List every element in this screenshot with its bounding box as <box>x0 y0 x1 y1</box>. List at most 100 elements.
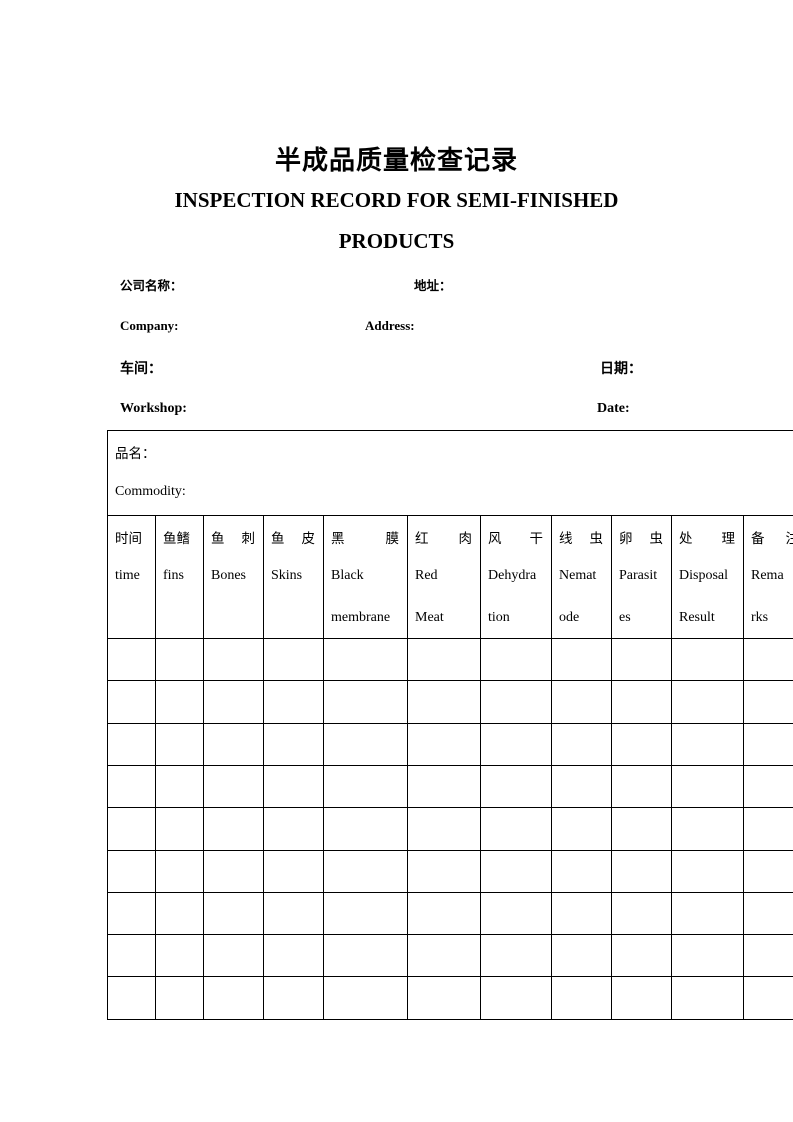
table-cell[interactable] <box>482 936 549 974</box>
table-cell[interactable] <box>205 936 261 974</box>
table-cell[interactable] <box>109 894 153 932</box>
table-cell[interactable] <box>265 682 321 720</box>
table-cell[interactable] <box>613 978 669 1016</box>
table-cell[interactable] <box>325 809 405 847</box>
table-cell[interactable] <box>157 936 201 974</box>
table-cell[interactable] <box>265 640 321 678</box>
table-cell[interactable] <box>157 725 201 763</box>
table-cell[interactable] <box>482 682 549 720</box>
table-cell[interactable] <box>265 978 321 1016</box>
table-cell[interactable] <box>409 852 478 890</box>
table-cell[interactable] <box>409 936 478 974</box>
table-cell[interactable] <box>325 852 405 890</box>
table-cell[interactable] <box>673 894 741 932</box>
table-cell[interactable] <box>409 725 478 763</box>
table-cell[interactable] <box>265 767 321 805</box>
table-cell[interactable] <box>205 978 261 1016</box>
table-cell[interactable] <box>325 978 405 1016</box>
table-cell[interactable] <box>109 767 153 805</box>
table-cell[interactable] <box>673 640 741 678</box>
table-cell[interactable] <box>553 894 609 932</box>
table-cell[interactable] <box>409 809 478 847</box>
table-cell[interactable] <box>325 725 405 763</box>
table-cell[interactable] <box>553 640 609 678</box>
table-cell[interactable] <box>745 725 793 763</box>
table-cell[interactable] <box>553 809 609 847</box>
table-cell[interactable] <box>482 809 549 847</box>
table-cell[interactable] <box>205 809 261 847</box>
table-cell[interactable] <box>482 978 549 1016</box>
table-cell[interactable] <box>613 936 669 974</box>
table-cell[interactable] <box>109 936 153 974</box>
table-cell[interactable] <box>325 682 405 720</box>
table-cell[interactable] <box>409 767 478 805</box>
table-cell[interactable] <box>157 978 201 1016</box>
table-cell[interactable] <box>205 640 261 678</box>
table-cell[interactable] <box>673 936 741 974</box>
table-cell[interactable] <box>745 640 793 678</box>
table-cell[interactable] <box>613 809 669 847</box>
table-cell[interactable] <box>109 640 153 678</box>
table-cell[interactable] <box>265 725 321 763</box>
table-cell[interactable] <box>325 936 405 974</box>
table-cell[interactable] <box>265 936 321 974</box>
table-cell[interactable] <box>745 894 793 932</box>
table-cell[interactable] <box>482 767 549 805</box>
table-cell[interactable] <box>553 682 609 720</box>
table-cell[interactable] <box>157 894 201 932</box>
table-cell[interactable] <box>673 978 741 1016</box>
table-cell[interactable] <box>482 852 549 890</box>
table-cell[interactable] <box>613 725 669 763</box>
table-cell[interactable] <box>553 725 609 763</box>
table-cell[interactable] <box>553 852 609 890</box>
table-cell[interactable] <box>482 894 549 932</box>
table-cell[interactable] <box>673 809 741 847</box>
table-cell[interactable] <box>673 682 741 720</box>
table-cell[interactable] <box>745 852 793 890</box>
table-cell[interactable] <box>157 809 201 847</box>
table-cell[interactable] <box>409 682 478 720</box>
table-cell[interactable] <box>673 725 741 763</box>
table-cell[interactable] <box>109 978 153 1016</box>
table-cell[interactable] <box>325 767 405 805</box>
table-cell[interactable] <box>745 682 793 720</box>
table-cell[interactable] <box>157 640 201 678</box>
table-cell[interactable] <box>265 852 321 890</box>
table-cell[interactable] <box>157 767 201 805</box>
table-cell[interactable] <box>613 767 669 805</box>
table-cell[interactable] <box>205 767 261 805</box>
table-cell[interactable] <box>109 809 153 847</box>
table-cell[interactable] <box>109 725 153 763</box>
table-cell[interactable] <box>553 978 609 1016</box>
table-cell[interactable] <box>745 809 793 847</box>
table-cell[interactable] <box>205 852 261 890</box>
table-cell[interactable] <box>109 852 153 890</box>
table-cell[interactable] <box>613 894 669 932</box>
table-cell[interactable] <box>745 936 793 974</box>
table-cell[interactable] <box>205 725 261 763</box>
table-cell[interactable] <box>265 894 321 932</box>
table-cell[interactable] <box>482 725 549 763</box>
table-cell[interactable] <box>409 894 478 932</box>
table-cell[interactable] <box>409 978 478 1016</box>
table-cell[interactable] <box>613 682 669 720</box>
table-cell[interactable] <box>613 640 669 678</box>
table-cell[interactable] <box>745 978 793 1016</box>
table-cell[interactable] <box>673 767 741 805</box>
table-cell[interactable] <box>157 852 201 890</box>
table-cell[interactable] <box>265 809 321 847</box>
table-cell[interactable] <box>745 767 793 805</box>
table-cell[interactable] <box>109 682 153 720</box>
table-cell[interactable] <box>482 640 549 678</box>
table-cell[interactable] <box>673 852 741 890</box>
table-cell[interactable] <box>325 640 405 678</box>
table-cell[interactable] <box>409 640 478 678</box>
column-header-cn: 时间 <box>115 527 142 547</box>
table-cell[interactable] <box>325 894 405 932</box>
table-cell[interactable] <box>613 852 669 890</box>
table-cell[interactable] <box>553 936 609 974</box>
table-cell[interactable] <box>157 682 201 720</box>
table-cell[interactable] <box>553 767 609 805</box>
table-cell[interactable] <box>205 894 261 932</box>
table-cell[interactable] <box>205 682 261 720</box>
